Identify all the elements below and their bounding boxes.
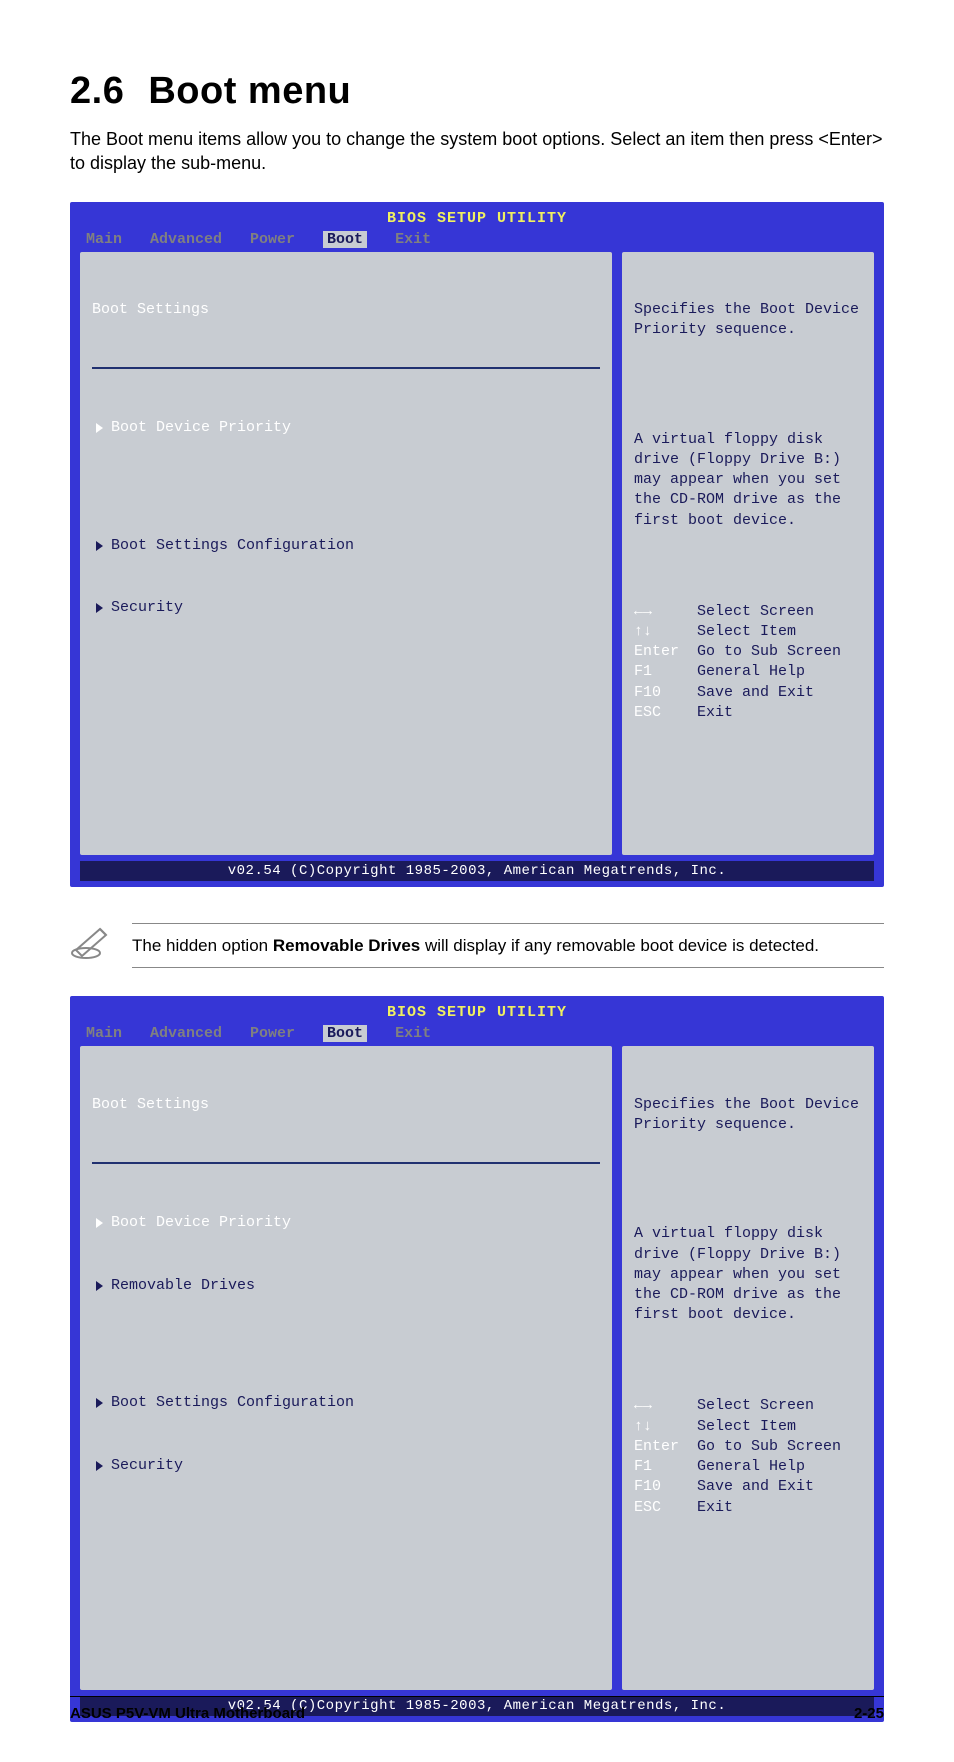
menu-item-label: Security (111, 598, 183, 618)
page-footer: ASUS P5V-VM Ultra Motherboard 2-25 (70, 1696, 884, 1722)
menu-item-boot-settings-config[interactable]: Boot Settings Configuration (92, 535, 600, 557)
key-action: Save and Exit (697, 684, 814, 701)
triangle-icon (96, 541, 103, 551)
divider (92, 367, 600, 369)
section-title-text: Boot menu (148, 70, 351, 112)
key-action: General Help (697, 1458, 805, 1475)
bios-tabs: Main Advanced Power Boot Exit (80, 231, 874, 252)
pencil-note-icon (70, 923, 114, 961)
tab-main[interactable]: Main (86, 1025, 122, 1042)
key: F10 (634, 1478, 661, 1495)
menu-item-security[interactable]: Security (92, 1455, 600, 1477)
key: F1 (634, 1458, 652, 1475)
note: The hidden option Removable Drives will … (70, 923, 884, 969)
key: Enter (634, 1438, 679, 1455)
key: ESC (634, 704, 661, 721)
tab-boot[interactable]: Boot (323, 231, 367, 248)
key: ESC (634, 1499, 661, 1516)
key: Enter (634, 643, 679, 660)
divider (92, 1162, 600, 1164)
key-action: Select Item (697, 623, 796, 640)
bios-screenshot-2: BIOS SETUP UTILITY Main Advanced Power B… (70, 996, 884, 1722)
triangle-icon (96, 1218, 103, 1228)
note-text-wrap: The hidden option Removable Drives will … (132, 923, 884, 969)
key-action: Save and Exit (697, 1478, 814, 1495)
key: F10 (634, 684, 661, 701)
tab-power[interactable]: Power (250, 231, 295, 248)
key: F1 (634, 663, 652, 680)
bios-title: BIOS SETUP UTILITY (80, 210, 874, 231)
key-legend: ←→ Select Screen ↑↓ Select Item Enter Go… (634, 1376, 862, 1538)
tab-exit[interactable]: Exit (395, 231, 431, 248)
tab-advanced[interactable]: Advanced (150, 231, 222, 248)
bios-tabs: Main Advanced Power Boot Exit (80, 1025, 874, 1046)
key-action: Go to Sub Screen (697, 1438, 841, 1455)
key: ↑↓ (634, 623, 652, 640)
section-number: 2.6 (70, 70, 124, 113)
tab-boot[interactable]: Boot (323, 1025, 367, 1042)
help-text-1: Specifies the Boot Device Priority seque… (634, 300, 862, 341)
menu-item-label: Boot Device Priority (111, 418, 291, 438)
manual-page: 2.6 Boot menu The Boot menu items allow y… (0, 0, 954, 1762)
tab-power[interactable]: Power (250, 1025, 295, 1042)
key: ↑↓ (634, 1418, 652, 1435)
menu-item-boot-device-priority[interactable]: Boot Device Priority (92, 1212, 600, 1234)
note-text-post: will display if any removable boot devic… (420, 936, 819, 955)
intro-paragraph: The Boot menu items allow you to change … (70, 127, 884, 176)
help-text-1: Specifies the Boot Device Priority seque… (634, 1095, 862, 1136)
spacer (92, 1338, 600, 1352)
spacer (634, 1176, 862, 1184)
section-heading: 2.6 Boot menu (70, 70, 884, 113)
spacer (634, 381, 862, 389)
bios-left-panel: Boot Settings Boot Device Priority Boot … (80, 252, 612, 855)
bios-help-panel: Specifies the Boot Device Priority seque… (622, 252, 874, 855)
tab-main[interactable]: Main (86, 231, 122, 248)
triangle-icon (96, 1281, 103, 1291)
key-action: Exit (697, 1499, 733, 1516)
boot-settings-heading: Boot Settings (92, 1095, 600, 1117)
note-text-pre: The hidden option (132, 936, 273, 955)
triangle-icon (96, 603, 103, 613)
footer-right: 2-25 (854, 1705, 884, 1722)
boot-settings-heading: Boot Settings (92, 300, 600, 322)
menu-item-boot-settings-config[interactable]: Boot Settings Configuration (92, 1392, 600, 1414)
help-text-2: A virtual floppy disk drive (Floppy Driv… (634, 1224, 862, 1325)
menu-item-label: Boot Settings Configuration (111, 1393, 354, 1413)
bios-copyright: v02.54 (C)Copyright 1985-2003, American … (80, 861, 874, 881)
spacer (92, 480, 600, 494)
key-action: Select Screen (697, 603, 814, 620)
key-action: Select Screen (697, 1397, 814, 1414)
menu-item-label: Security (111, 1456, 183, 1476)
bios-screenshot-1: BIOS SETUP UTILITY Main Advanced Power B… (70, 202, 884, 887)
menu-item-label: Boot Device Priority (111, 1213, 291, 1233)
key-action: Select Item (697, 1418, 796, 1435)
menu-item-boot-device-priority[interactable]: Boot Device Priority (92, 417, 600, 439)
spacer (92, 660, 600, 800)
bios-help-panel: Specifies the Boot Device Priority seque… (622, 1046, 874, 1690)
key-action: Exit (697, 704, 733, 721)
menu-item-label: Boot Settings Configuration (111, 536, 354, 556)
bios-left-panel: Boot Settings Boot Device Priority Remov… (80, 1046, 612, 1690)
triangle-icon (96, 1461, 103, 1471)
key-legend: ←→ Select Screen ↑↓ Select Item Enter Go… (634, 581, 862, 743)
footer-left: ASUS P5V-VM Ultra Motherboard (70, 1705, 305, 1722)
spacer (92, 1518, 600, 1636)
key: ←→ (634, 1397, 652, 1414)
menu-item-security[interactable]: Security (92, 597, 600, 619)
help-text-2: A virtual floppy disk drive (Floppy Driv… (634, 430, 862, 531)
note-text-bold: Removable Drives (273, 936, 420, 955)
key: ←→ (634, 603, 652, 620)
bios-title: BIOS SETUP UTILITY (80, 1004, 874, 1025)
triangle-icon (96, 423, 103, 433)
key-action: Go to Sub Screen (697, 643, 841, 660)
menu-item-removable-drives[interactable]: Removable Drives (92, 1275, 600, 1297)
key-action: General Help (697, 663, 805, 680)
triangle-icon (96, 1398, 103, 1408)
menu-item-label: Removable Drives (111, 1276, 255, 1296)
tab-advanced[interactable]: Advanced (150, 1025, 222, 1042)
tab-exit[interactable]: Exit (395, 1025, 431, 1042)
